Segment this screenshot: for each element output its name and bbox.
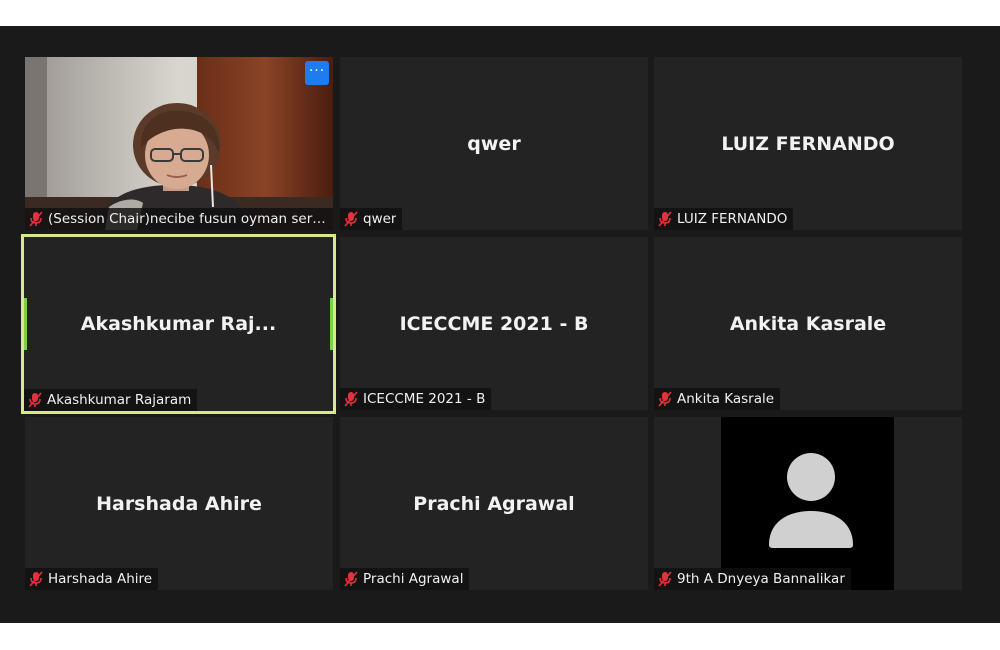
participant-label-text: qwer <box>363 211 397 227</box>
participant-tile-prachi-agrawal[interactable]: Prachi Agrawal Prachi Agrawal <box>340 417 648 590</box>
participant-tile-ankita-kasrale[interactable]: Ankita Kasrale Ankita Kasrale <box>654 237 962 410</box>
participant-display-name: Akashkumar Raj... <box>80 313 277 335</box>
participant-label-text: LUIZ FERNANDO <box>677 211 788 227</box>
mic-muted-icon <box>658 211 672 227</box>
mic-muted-icon <box>344 571 358 587</box>
participant-tile-harshada-ahire[interactable]: Harshada Ahire Harshada Ahire <box>25 417 333 590</box>
avatar <box>721 417 894 590</box>
participant-label-text: Harshada Ahire <box>48 571 153 587</box>
more-options-button[interactable]: ··· <box>305 61 329 85</box>
participant-name-label: Prachi Agrawal <box>340 568 470 590</box>
participant-label-text: 9th A Dnyeya Bannalikar <box>677 571 845 587</box>
mic-muted-icon <box>29 211 43 227</box>
participant-tile-dnyeya-bannalikar[interactable]: 9th A Dnyeya Bannalikar <box>654 417 962 590</box>
participant-name-label: qwer <box>340 208 403 230</box>
participant-tile-session-chair[interactable]: ··· (Session Chair)necibe fusun oyman se… <box>25 57 333 230</box>
participant-display-name: LUIZ FERNANDO <box>721 132 895 155</box>
participant-display-name: Harshada Ahire <box>96 492 262 515</box>
participant-display-name: qwer <box>467 132 521 155</box>
participant-label-text: ICECCME 2021 - B <box>363 391 486 407</box>
mic-muted-icon <box>344 211 358 227</box>
mic-muted-icon <box>29 571 43 587</box>
participant-name-label: LUIZ FERNANDO <box>654 208 794 230</box>
participant-video <box>25 57 333 230</box>
participant-name-label: ICECCME 2021 - B <box>340 388 492 410</box>
participant-tile-iceccme-2021-b[interactable]: ICECCME 2021 - B ICECCME 2021 - B <box>340 237 648 410</box>
mic-muted-icon <box>658 391 672 407</box>
default-avatar-icon <box>769 453 853 548</box>
participant-tile-qwer[interactable]: qwer qwer <box>340 57 648 230</box>
mic-muted-icon <box>658 571 672 587</box>
participant-label-text: Akashkumar Rajaram <box>47 392 192 408</box>
participant-label-text: Ankita Kasrale <box>677 391 775 407</box>
video-gallery: ··· (Session Chair)necibe fusun oyman se… <box>0 26 1000 623</box>
participant-name-label: Ankita Kasrale <box>654 388 781 410</box>
participant-name-label: Akashkumar Rajaram <box>24 389 198 411</box>
participant-name-label: Harshada Ahire <box>25 568 159 590</box>
participant-display-name: ICECCME 2021 - B <box>399 312 589 335</box>
participant-tile-luiz-fernando[interactable]: LUIZ FERNANDO LUIZ FERNANDO <box>654 57 962 230</box>
participant-label-text: Prachi Agrawal <box>363 571 464 587</box>
mic-muted-icon <box>344 391 358 407</box>
mic-muted-icon <box>28 392 42 408</box>
participant-label-text: (Session Chair)necibe fusun oyman sertel… <box>48 211 329 227</box>
participant-name-label: (Session Chair)necibe fusun oyman sertel… <box>25 208 333 230</box>
participant-tile-akashkumar-rajaram[interactable]: Akashkumar Raj... Akashkumar Rajaram <box>21 234 336 414</box>
participant-display-name: Ankita Kasrale <box>729 312 887 335</box>
participant-display-name: Prachi Agrawal <box>413 492 575 515</box>
participant-name-label: 9th A Dnyeya Bannalikar <box>654 568 851 590</box>
